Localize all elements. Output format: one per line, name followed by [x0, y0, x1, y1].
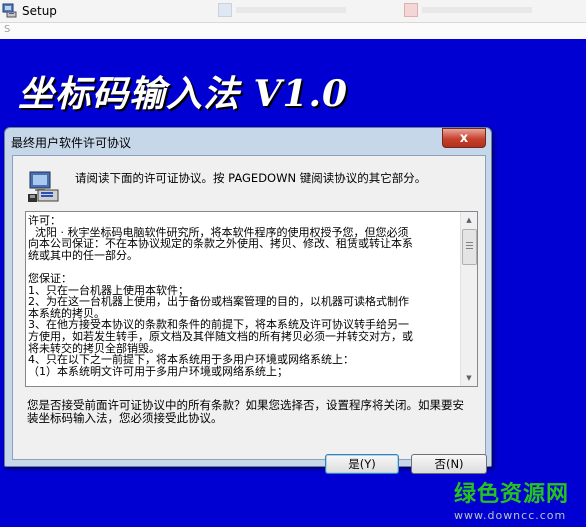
taskbar-item[interactable]	[404, 3, 532, 18]
scroll-down-arrow-icon[interactable]: ▼	[461, 370, 477, 386]
blurred-label	[236, 7, 346, 13]
window-icon	[218, 3, 232, 17]
license-line: 2、为在这一台机器上使用，出于备份或档案管理的目的，以机器可读格式制作	[28, 295, 409, 309]
setup-background-title: 坐标码输入法 V1.0	[18, 73, 349, 115]
watermark-logo-text: 绿色资源网	[454, 482, 570, 507]
window-icon	[404, 3, 418, 17]
vertical-scrollbar[interactable]: ▲ ▼	[460, 212, 477, 386]
dialog-title: 最终用户软件许可协议	[11, 136, 132, 150]
license-line: 许可：	[28, 215, 61, 227]
no-button[interactable]: 否(N)	[411, 454, 487, 474]
setup-app-icon	[2, 3, 17, 18]
taskbar: Setup	[0, 0, 586, 23]
taskbar-item[interactable]	[218, 3, 346, 18]
close-button[interactable]: x	[442, 128, 486, 148]
license-text: 许可： 沈阳 · 秋宇坐标码电脑软件研究所，将本软件程序的使用权授予您，但您必须…	[28, 215, 456, 383]
menu-strip-text: S	[4, 24, 11, 35]
app-title: Setup	[22, 4, 57, 18]
scroll-thumb[interactable]	[462, 229, 477, 265]
license-line: 您保证：	[28, 271, 72, 285]
accept-question: 您是否接受前面许可证协议中的所有条款？如果您选择否，设置程序将关闭。如果要安装坐…	[27, 398, 464, 425]
intro-text: 请阅读下面的许可证协议。按 PAGEDOWN 键阅读协议的其它部分。	[75, 171, 427, 185]
license-line: 统或其中的任一部分。	[28, 248, 138, 262]
dialog-body: 请阅读下面的许可证协议。按 PAGEDOWN 键阅读协议的其它部分。 许可： 沈…	[12, 155, 487, 474]
license-line	[28, 261, 456, 273]
dialog-titlebar[interactable]: 最终用户软件许可协议 x	[5, 128, 491, 154]
menu-strip: S	[0, 23, 586, 39]
yes-button[interactable]: 是(Y)	[325, 454, 399, 474]
license-line: （1）本系统明文许可用于多用户环境或网络系统上；	[28, 364, 288, 378]
watermark-url: www.downcc.com	[454, 509, 567, 522]
scroll-up-arrow-icon[interactable]: ▲	[461, 212, 477, 228]
watermark: 绿色资源网 www.downcc.com	[454, 476, 584, 522]
license-dialog: 最终用户软件许可协议 x 请阅读下面的许可证协议。按 PAGEDOWN 键阅读协…	[4, 127, 492, 474]
license-textbox[interactable]: 许可： 沈阳 · 秋宇坐标码电脑软件研究所，将本软件程序的使用权授予您，但您必须…	[25, 211, 478, 387]
setup-computer-icon	[28, 171, 59, 202]
close-icon: x	[459, 130, 469, 146]
blurred-label	[422, 7, 532, 13]
license-line: 4、只在以下之一前提下，将本系统用于多用户环境或网络系统上：	[28, 353, 354, 367]
license-line: 方使用，如若发生转手，原文档及其伴随文档的所有拷贝必须一并转交对方，或	[28, 329, 413, 343]
